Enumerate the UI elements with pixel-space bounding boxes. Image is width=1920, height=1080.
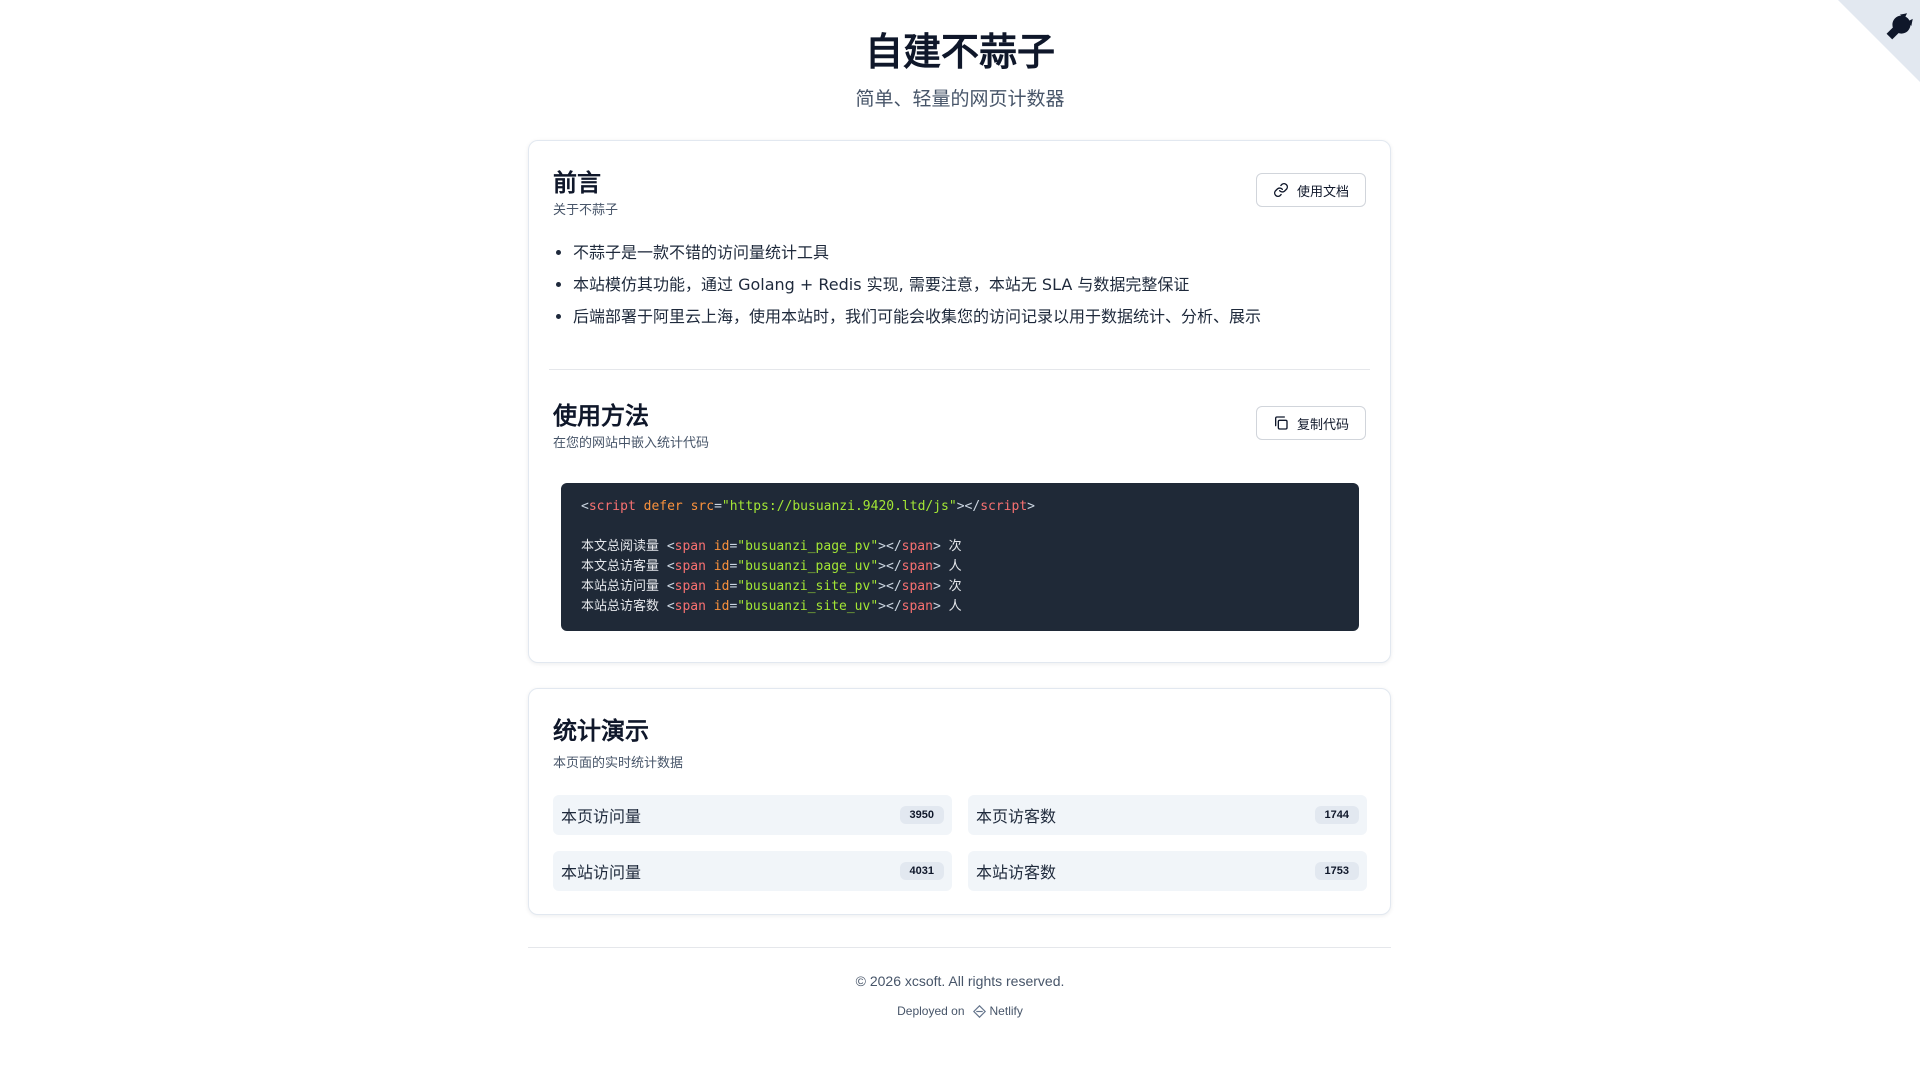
stat-badge: 1753 (1314, 862, 1359, 880)
copy-icon (1274, 416, 1288, 430)
list-item: 后端部署于阿里云上海，使用本站时，我们可能会收集您的访问记录以用于数据统计、分析… (573, 301, 1261, 333)
code-line: 本站总访问量 <span id="busuanzi_site_pv"></spa… (581, 579, 962, 594)
section-divider (549, 369, 1370, 370)
usage-title: 使用方法 (553, 402, 649, 430)
stat-label: 本页访客数 (976, 807, 1057, 826)
stat-site-pv: 本站访问量 4031 (553, 851, 952, 891)
stat-label: 本站访客数 (976, 863, 1057, 882)
footer-divider (528, 947, 1391, 948)
stats-title: 统计演示 (553, 717, 649, 745)
code-line-script: <script defer src="https://busuanzi.9420… (581, 499, 1035, 514)
list-item: 本站模仿其功能，通过 Golang + Redis 实现, 需要注意，本站无 S… (573, 269, 1261, 301)
usage-subtitle: 在您的网站中嵌入统计代码 (553, 436, 710, 451)
stat-page-pv: 本页访问量 3950 (553, 795, 952, 835)
list-item: 不蒜子是一款不错的访问量统计工具 (573, 237, 1261, 269)
intro-usage-card: 前言 关于不蒜子 使用文档 不蒜子是一款不错的访问量统计工具 本站模仿其功能，通… (528, 140, 1391, 663)
deployed-label: Deployed on (897, 1004, 965, 1018)
copy-code-button[interactable]: 复制代码 (1255, 406, 1366, 440)
code-line: 本文总阅读量 <span id="busuanzi_page_pv"></spa… (581, 539, 962, 554)
netlify-link[interactable]: Netlify (972, 1004, 1023, 1018)
intro-title: 前言 (553, 169, 601, 197)
page-title: 自建不蒜子 (864, 30, 1055, 74)
copy-button-label: 复制代码 (1296, 417, 1349, 433)
page-subtitle: 简单、轻量的网页计数器 (855, 88, 1065, 110)
docs-button-label: 使用文档 (1296, 184, 1349, 200)
code-line: 本文总访客量 <span id="busuanzi_page_uv"></spa… (581, 559, 962, 574)
link-icon (1274, 183, 1288, 197)
stats-card: 统计演示 本页面的实时统计数据 本页访问量 3950 本页访客数 1744 本站… (528, 688, 1391, 915)
intro-list: 不蒜子是一款不错的访问量统计工具 本站模仿其功能，通过 Golang + Red… (553, 237, 1261, 333)
stat-badge: 3950 (899, 806, 944, 824)
stat-label: 本站访问量 (561, 863, 642, 882)
netlify-icon (972, 1004, 986, 1018)
intro-subtitle: 关于不蒜子 (553, 203, 619, 218)
code-line: 本站总访客数 <span id="busuanzi_site_uv"></spa… (581, 599, 962, 614)
netlify-label: Netlify (989, 1004, 1023, 1018)
stat-badge: 1744 (1314, 806, 1359, 824)
docs-button[interactable]: 使用文档 (1255, 173, 1366, 207)
stat-site-uv: 本站访客数 1753 (968, 851, 1367, 891)
page-header: 自建不蒜子 简单、轻量的网页计数器 (0, 0, 1920, 111)
code-block[interactable]: <script defer src="https://busuanzi.9420… (561, 483, 1359, 631)
github-octocat-icon (1838, 0, 1920, 82)
stats-subtitle: 本页面的实时统计数据 (553, 756, 684, 771)
deployed-on: Deployed on Netlify (0, 1004, 1920, 1018)
stat-badge: 4031 (899, 862, 944, 880)
github-corner-link[interactable] (1838, 0, 1920, 82)
stat-label: 本页访问量 (561, 807, 642, 826)
stat-page-uv: 本页访客数 1744 (968, 795, 1367, 835)
copyright: © 2026 xcsoft. All rights reserved. (855, 973, 1065, 989)
